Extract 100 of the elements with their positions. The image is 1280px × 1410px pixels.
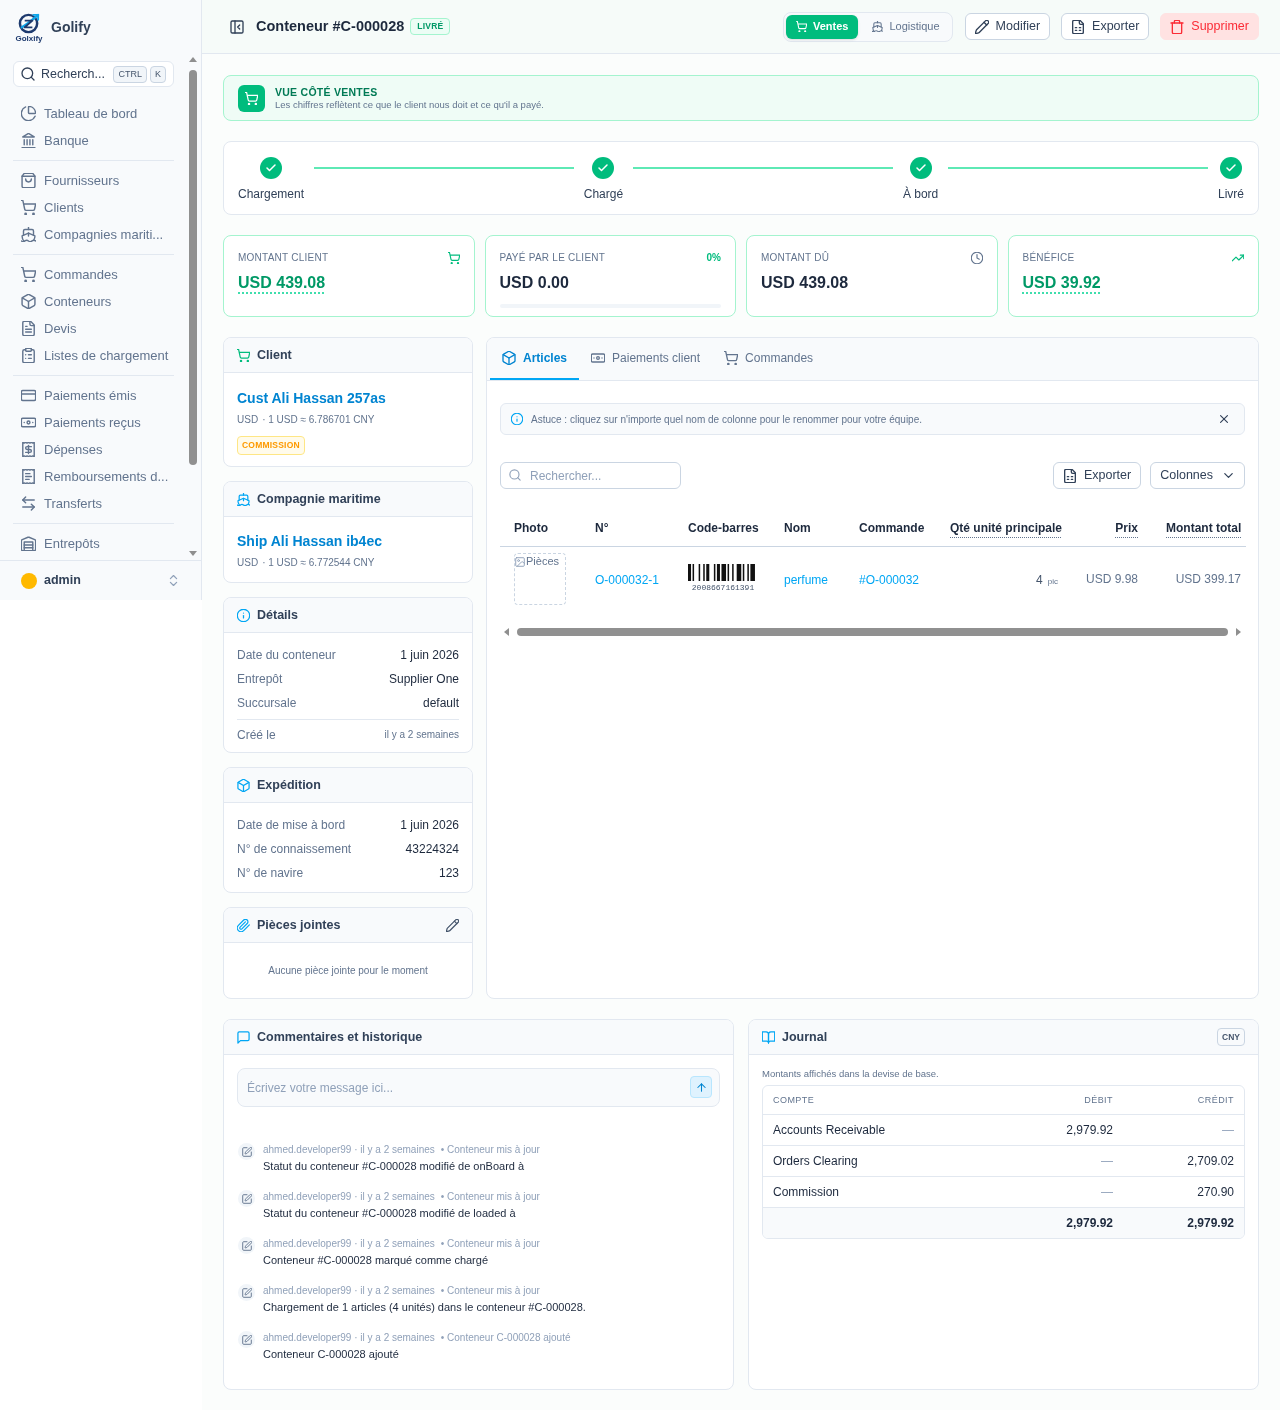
client-name-link[interactable]: Cust Ali Hassan 257as xyxy=(237,389,459,407)
column-header[interactable]: Photo xyxy=(500,510,581,546)
order-link[interactable]: #O-000032 xyxy=(859,572,920,587)
trash-icon xyxy=(1170,19,1185,34)
toolbar-button[interactable]: Exporter xyxy=(1052,462,1142,489)
sidebar-item[interactable]: Tableau de bord xyxy=(13,100,173,127)
history-action: • Conteneur C-000028 ajouté xyxy=(440,1331,571,1344)
tip-text: Astuce : cliquez sur n'importe quel nom de colonne pour le renommer pour votre équipe. xyxy=(531,412,922,427)
column-header[interactable]: Qté unité principale xyxy=(936,510,1072,546)
broken-image-icon xyxy=(515,556,525,567)
search-field[interactable]: Rechercher... xyxy=(500,462,681,489)
sidebar-toggle-button[interactable] xyxy=(230,19,244,34)
info-icon xyxy=(237,608,250,622)
history-meta: ahmed.developer99 · il y a 2 semaines xyxy=(263,1143,435,1156)
field-label: Créé le xyxy=(237,726,276,744)
sidebar-item[interactable]: Dépenses xyxy=(13,436,173,463)
user-name[interactable]: admin xyxy=(44,571,81,590)
scroll-left-icon[interactable] xyxy=(504,627,509,636)
product-name-link[interactable]: perfume xyxy=(784,572,829,587)
message-input[interactable]: Écrivez votre message ici... xyxy=(237,1068,720,1107)
sidebar-item[interactable]: Entrepôts xyxy=(13,530,173,557)
sidebar-item[interactable]: Devis xyxy=(13,315,173,342)
column-header[interactable]: Nom xyxy=(770,510,845,546)
shopping-bag-icon xyxy=(21,173,36,188)
action-button[interactable]: Exporter xyxy=(1061,13,1150,40)
column-header[interactable]: Montant total xyxy=(1152,510,1246,546)
exchange-rate: · 1 USD ≈ 6.772544 CNY xyxy=(262,556,375,570)
book-icon xyxy=(762,1030,775,1044)
edit-icon xyxy=(238,1237,255,1254)
column-header[interactable]: Commande xyxy=(845,510,936,546)
avatar xyxy=(21,572,37,589)
field-value: Supplier One xyxy=(388,671,459,688)
barcode-number: 2008667161391 xyxy=(691,583,755,593)
scroll-right-icon[interactable] xyxy=(1236,627,1241,636)
tab[interactable]: Paiements client xyxy=(579,338,713,380)
view-tab[interactable]: Logistique xyxy=(862,14,950,39)
column-header[interactable]: Prix xyxy=(1072,510,1152,546)
search-button[interactable]: Recherch... CTRL K xyxy=(13,61,174,87)
item-number-link[interactable]: O-000032-1 xyxy=(595,572,660,587)
sidebar-item[interactable]: Banque xyxy=(13,127,173,154)
scroll-up-icon[interactable] xyxy=(189,57,197,62)
action-button[interactable]: Modifier xyxy=(964,13,1051,40)
table-cell-text: — xyxy=(1100,1153,1113,1171)
send-button[interactable] xyxy=(690,1076,712,1098)
chevrons-up-down-icon xyxy=(167,574,180,587)
action-button[interactable]: Supprimer xyxy=(1160,13,1259,40)
column-header[interactable]: Code-barres xyxy=(674,510,770,546)
tab[interactable]: Articles xyxy=(490,338,580,380)
box-icon xyxy=(237,778,250,792)
sidebar-item[interactable]: Paiements reçus xyxy=(13,409,173,436)
warehouse-icon xyxy=(21,536,36,551)
box-icon xyxy=(21,294,36,309)
sidebar-item[interactable]: Commandes xyxy=(13,261,173,288)
close-button[interactable] xyxy=(1218,413,1230,425)
pencil-icon xyxy=(974,19,989,34)
field-label: Entrepôt xyxy=(237,671,283,688)
stat-label: MONTANT CLIENT xyxy=(238,251,329,265)
field-value: default xyxy=(422,695,459,712)
sidebar-item[interactable]: Transferts xyxy=(13,490,173,517)
tab[interactable]: Commandes xyxy=(712,338,826,380)
ship-icon xyxy=(21,227,36,242)
column-header[interactable]: N° xyxy=(581,510,674,546)
sidebar-item[interactable]: Paiements émis xyxy=(13,382,173,409)
scrollbar-thumb[interactable] xyxy=(517,627,1228,636)
arrow-up-icon xyxy=(695,1081,707,1093)
total-cell-text: 2,979.92 xyxy=(1186,1215,1235,1233)
table-cell-text: Orders Clearing xyxy=(772,1153,859,1171)
ship-icon xyxy=(872,21,884,32)
toolbar-button[interactable]: Colonnes xyxy=(1150,462,1245,489)
page-title: Conteneur #C-000028 xyxy=(256,16,405,36)
table-cell-text: Accounts Receivable xyxy=(772,1122,887,1140)
cart-icon xyxy=(237,348,250,362)
sidebar-item[interactable]: Compagnies mariti... xyxy=(13,221,173,248)
sidebar-item[interactable]: Listes de chargement xyxy=(13,342,173,369)
chat-bubble-icon xyxy=(237,1030,250,1044)
edit-icon xyxy=(238,1143,255,1160)
field-label: N° de navire xyxy=(237,865,304,882)
history-text: Statut du conteneur #C-000028 modifié de loaded à xyxy=(263,1206,517,1220)
history-text: Conteneur C-000028 ajouté xyxy=(263,1347,400,1361)
sidebar-item[interactable]: Conteneurs xyxy=(13,288,173,315)
table-cell-text: 2,979.92 xyxy=(1065,1122,1113,1140)
table-cell-text: — xyxy=(1221,1122,1235,1140)
sidebar-item[interactable]: Clients xyxy=(13,194,173,221)
field-value: il y a 2 semaines xyxy=(384,728,459,742)
stat-label: PAYÉ PAR LE CLIENT xyxy=(499,250,606,265)
history-action: • Conteneur mis à jour xyxy=(440,1143,540,1156)
shipping-company-link[interactable]: Ship Ali Hassan ib4ec xyxy=(237,532,459,550)
search-icon xyxy=(509,469,521,481)
history-action: • Conteneur mis à jour xyxy=(440,1190,540,1203)
sidebar-item[interactable]: Remboursements d... xyxy=(13,463,173,490)
history-action: • Conteneur mis à jour xyxy=(440,1284,540,1297)
scrollbar-thumb[interactable] xyxy=(189,70,197,465)
view-tab[interactable]: Ventes xyxy=(786,14,859,39)
quantity-value: 4 xyxy=(1036,572,1043,587)
edit-button[interactable] xyxy=(446,918,459,932)
sidebar-item[interactable]: Fournisseurs xyxy=(13,167,173,194)
bank-icon xyxy=(21,133,36,148)
currency-code: USD xyxy=(237,556,259,570)
shortcut-key: K xyxy=(150,65,166,83)
scroll-down-icon[interactable] xyxy=(189,551,197,556)
